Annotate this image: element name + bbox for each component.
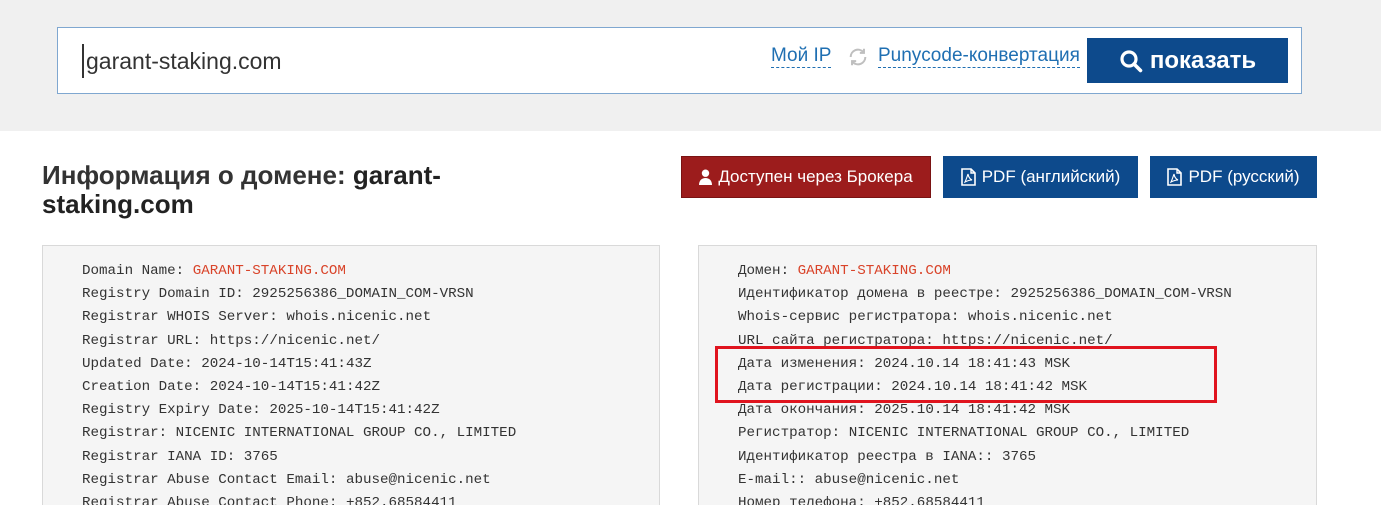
whois-value: 2024-10-14T15:41:42Z (209, 379, 380, 396)
show-button[interactable]: показать (1087, 38, 1288, 83)
whois-value: 2025.10.14 18:41:42 MSK (874, 402, 1071, 419)
whois-row: Registry Expiry Date: 2025-10-14T15:41:4… (82, 399, 659, 422)
whois-value: GARANT-STAKING.COM (192, 263, 346, 279)
whois-row: Registrar Abuse Contact Phone: +852.6858… (82, 492, 659, 505)
whois-value: whois.nicenic.net (967, 309, 1113, 326)
whois-value: 2025-10-14T15:41:42Z (269, 402, 440, 419)
whois-label: Номер телефона: (738, 495, 875, 505)
pdf-english-label: PDF (английский) (981, 167, 1121, 186)
whois-value: 2925256386_DOMAIN_COM-VRSN (1010, 286, 1232, 303)
broker-button-label: Доступен через Брокера (718, 167, 913, 186)
whois-value: abuse@nicenic.net (345, 471, 491, 488)
whois-row: Domain Name: GARANT-STAKING.COM (82, 260, 659, 283)
whois-value: NICENIC INTERNATIONAL GROUP CO., LIMITED (848, 425, 1190, 442)
whois-label: Registrar WHOIS Server: (82, 309, 287, 326)
whois-row: Updated Date: 2024-10-14T15:41:43Z (82, 353, 659, 376)
whois-row: Номер телефона: +852.68584411 (738, 492, 1316, 505)
refresh-icon[interactable] (847, 46, 869, 68)
search-box: Мой IP Punycode-конвертация показать (57, 27, 1302, 94)
whois-label: Registrar Abuse Contact Email: (82, 471, 346, 488)
whois-row: Creation Date: 2024-10-14T15:41:42Z (82, 376, 659, 399)
pdf-file-icon (1167, 168, 1183, 186)
whois-label: Registry Domain ID: (82, 286, 253, 303)
whois-label: Registry Expiry Date: (82, 402, 270, 419)
whois-label: Идентификатор домена в реестре: (738, 286, 1011, 303)
pdf-russian-label: PDF (русский) (1188, 167, 1300, 186)
whois-label: Идентификатор реестра в IANA:: (738, 448, 1002, 465)
whois-value: 3765 (243, 448, 278, 465)
whois-label: Регистратор: (738, 425, 849, 442)
whois-label: Updated Date: (82, 355, 202, 372)
whois-value: +852.68584411 (345, 495, 457, 505)
whois-row: Registrar: NICENIC INTERNATIONAL GROUP C… (82, 422, 659, 445)
whois-row: Whois-сервис регистратора: whois.nicenic… (738, 306, 1316, 329)
annotation-highlight-box (715, 346, 1217, 403)
whois-value: abuse@nicenic.net (814, 471, 960, 488)
whois-row: E-mail:: abuse@nicenic.net (738, 469, 1316, 492)
punycode-link[interactable]: Punycode-конвертация (878, 45, 1080, 68)
user-icon (699, 169, 713, 185)
whois-row: Registrar WHOIS Server: whois.nicenic.ne… (82, 306, 659, 329)
whois-label: E-mail:: (738, 471, 815, 488)
whois-row: Registrar IANA ID: 3765 (82, 446, 659, 469)
whois-label: Whois-сервис регистратора: (738, 309, 968, 326)
whois-label: Домен: (738, 263, 798, 279)
whois-row: Домен: GARANT-STAKING.COM (738, 260, 1316, 283)
broker-button[interactable]: Доступен через Брокера (681, 156, 931, 198)
pdf-english-button[interactable]: PDF (английский) (943, 156, 1138, 198)
show-button-label: показать (1149, 46, 1257, 74)
whois-row: Идентификатор реестра в IANA:: 3765 (738, 446, 1316, 469)
whois-row: Registry Domain ID: 2925256386_DOMAIN_CO… (82, 283, 659, 306)
whois-row: Registrar URL: https://nicenic.net/ (82, 330, 659, 353)
whois-label: Registrar Abuse Contact Phone: (82, 495, 346, 505)
whois-value: +852.68584411 (874, 495, 985, 505)
page-title-prefix: Информация о домене: (42, 160, 353, 190)
whois-value: 2925256386_DOMAIN_COM-VRSN (252, 286, 474, 303)
whois-value: 3765 (1001, 448, 1036, 465)
whois-value: NICENIC INTERNATIONAL GROUP CO., LIMITED (175, 425, 517, 442)
search-band: Мой IP Punycode-конвертация показать (0, 0, 1381, 131)
whois-label: Domain Name: (82, 263, 193, 279)
whois-value: 2024-10-14T15:41:43Z (201, 355, 372, 372)
whois-row: Регистратор: NICENIC INTERNATIONAL GROUP… (738, 422, 1316, 445)
pdf-file-icon (960, 168, 976, 186)
whois-value: GARANT-STAKING.COM (797, 263, 951, 279)
whois-value: https://nicenic.net/ (209, 332, 380, 349)
page-title: Информация о домене: garant-staking.com (42, 161, 462, 219)
my-ip-link[interactable]: Мой IP (771, 45, 832, 68)
whois-label: Creation Date: (82, 379, 210, 396)
pdf-russian-button[interactable]: PDF (русский) (1150, 156, 1317, 198)
whois-label: Registrar URL: (82, 332, 210, 349)
whois-label: Registrar: (82, 425, 176, 442)
whois-label: Registrar IANA ID: (82, 448, 244, 465)
whois-row: Registrar Abuse Contact Email: abuse@nic… (82, 469, 659, 492)
whois-english-panel: Domain Name: GARANT-STAKING.COM Registry … (42, 245, 660, 505)
domain-search-input[interactable] (82, 44, 742, 78)
whois-row: Идентификатор домена в реестре: 29252563… (738, 283, 1316, 306)
whois-label: Дата окончания: (738, 402, 875, 419)
search-icon (1120, 49, 1143, 72)
whois-value: whois.nicenic.net (286, 309, 432, 326)
